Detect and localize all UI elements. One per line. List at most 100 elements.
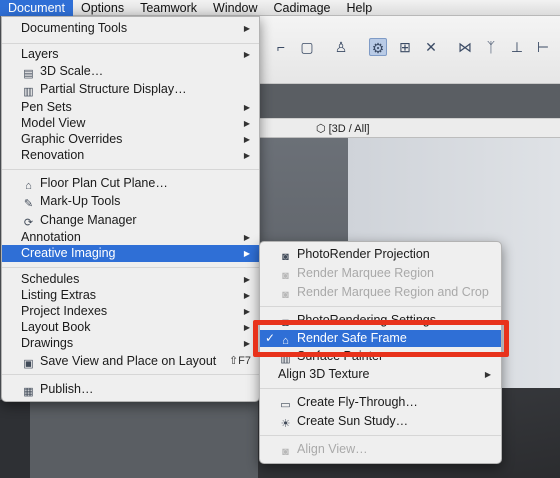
menu-item-label: Model View xyxy=(21,116,86,130)
submenu-arrow-icon: ▶ xyxy=(243,275,250,284)
menu-item-label: Publish… xyxy=(40,382,94,396)
submenu-arrow-icon: ▶ xyxy=(243,151,250,160)
menu-item-create-fly-through[interactable]: ▭ Create Fly-Through… xyxy=(260,394,501,411)
menu-options[interactable]: Options xyxy=(73,0,132,16)
menu-item-label: Renovation xyxy=(21,148,85,162)
menu-item-schedules[interactable]: Schedules ▶ xyxy=(2,271,259,288)
menu-separator xyxy=(260,306,501,307)
menu-item-publish[interactable]: ▦ Publish… xyxy=(2,381,259,398)
menu-item-partial-structure-display[interactable]: ▥ Partial Structure Display… xyxy=(2,81,259,98)
shortcut-label: ⇧F7 xyxy=(228,355,251,367)
menu-item-label: Drawings xyxy=(21,336,74,350)
menu-item-documenting-tools[interactable]: Documenting Tools ▶ xyxy=(2,20,259,37)
menu-item-label: Render Marquee Region xyxy=(297,266,434,280)
node-icon[interactable]: ⋈ xyxy=(456,38,474,56)
submenu-arrow-icon: ▶ xyxy=(243,249,250,258)
markup-icon: ✎ xyxy=(23,198,34,210)
menu-item-render-marquee-region-and-crop: ◙ Render Marquee Region and Crop xyxy=(260,284,501,301)
submenu-arrow-icon: ▶ xyxy=(243,119,250,128)
object-icon[interactable]: ♙ xyxy=(332,38,350,56)
menu-cadimage[interactable]: Cadimage xyxy=(266,0,339,16)
cut-plane-icon: ⌂ xyxy=(25,180,32,192)
scale-icon: ▤ xyxy=(23,68,34,80)
menu-separator xyxy=(2,169,259,170)
menu-item-create-sun-study[interactable]: ☀ Create Sun Study… xyxy=(260,413,501,430)
submenu-arrow-icon: ▶ xyxy=(243,135,250,144)
menu-bar: Document Options Teamwork Window Cadimag… xyxy=(0,0,560,16)
menu-item-label: Creative Imaging xyxy=(21,246,116,260)
magic-wand-icon[interactable]: ᛉ xyxy=(482,38,500,56)
marquee-crop-icon: ◙ xyxy=(282,289,289,301)
menu-item-label: Pen Sets xyxy=(21,100,72,114)
3d-navigation-icon[interactable]: ⚙ xyxy=(369,38,387,56)
menu-item-floor-plan-cut-plane[interactable]: ⌂ Floor Plan Cut Plane… xyxy=(2,175,259,192)
menu-item-label: Listing Extras xyxy=(21,288,97,302)
menu-item-label: Layout Book xyxy=(21,320,91,334)
marquee-icon: ◙ xyxy=(282,270,289,282)
menu-item-label: Render Marquee Region and Crop xyxy=(297,285,489,299)
menu-item-photorender-projection[interactable]: ◙ PhotoRender Projection xyxy=(260,246,501,263)
document-menu: Documenting Tools ▶ Layers ▶ ▤ 3D Scale… ▥ P… xyxy=(1,16,260,402)
cross-icon[interactable]: ✕ xyxy=(422,38,440,56)
menu-teamwork[interactable]: Teamwork xyxy=(132,0,205,16)
align-icon[interactable]: ⊥ xyxy=(508,38,526,56)
tab-3d-view[interactable]: ⬡ [3D / All] xyxy=(310,121,376,137)
cube-icon: ⬡ xyxy=(316,123,326,135)
view-tab-strip: ⬡ [3D / All] xyxy=(258,118,560,138)
menu-item-label: Mark-Up Tools xyxy=(40,194,121,208)
menu-item-align-3d-texture[interactable]: Align 3D Texture ▶ xyxy=(260,366,501,383)
view-mode-icon[interactable]: ▢ xyxy=(298,38,316,56)
submenu-arrow-icon: ▶ xyxy=(243,307,250,316)
submenu-arrow-icon: ▶ xyxy=(243,291,250,300)
dimension-icon[interactable]: ⊞ xyxy=(396,38,414,56)
menu-separator xyxy=(260,435,501,436)
menu-item-change-manager[interactable]: ⟳ Change Manager xyxy=(2,212,259,229)
menu-item-mark-up-tools[interactable]: ✎ Mark-Up Tools xyxy=(2,193,259,210)
select-tool-icon[interactable]: ⌐ xyxy=(272,38,290,56)
menu-window[interactable]: Window xyxy=(205,0,265,16)
menu-item-drawings[interactable]: Drawings ▶ xyxy=(2,335,259,352)
menu-item-model-view[interactable]: Model View ▶ xyxy=(2,115,259,132)
menu-separator xyxy=(2,267,259,268)
menu-item-render-marquee-region: ◙ Render Marquee Region xyxy=(260,265,501,282)
menu-item-label: Layers xyxy=(21,47,59,61)
menu-item-layers[interactable]: Layers ▶ xyxy=(2,46,259,63)
menu-item-project-indexes[interactable]: Project Indexes ▶ xyxy=(2,303,259,320)
menu-item-renovation[interactable]: Renovation ▶ xyxy=(2,147,259,164)
menu-item-label: Documenting Tools xyxy=(21,21,128,35)
menu-item-label: Graphic Overrides xyxy=(21,132,123,146)
menu-item-label: Partial Structure Display… xyxy=(40,82,187,96)
menu-item-label: Floor Plan Cut Plane… xyxy=(40,176,168,190)
menu-item-save-view-and-place-on-layout[interactable]: ▣ Save View and Place on Layout ⇧F7 xyxy=(2,353,259,370)
menu-item-label: Save View and Place on Layout xyxy=(40,354,217,368)
tab-label: [3D / All] xyxy=(328,123,370,135)
menu-document[interactable]: Document xyxy=(0,0,73,16)
menu-help[interactable]: Help xyxy=(339,0,381,16)
menu-item-label: Create Fly-Through… xyxy=(297,395,418,409)
submenu-arrow-icon: ▶ xyxy=(243,103,250,112)
menu-item-align-view: ◙ Align View… xyxy=(260,441,501,458)
menu-separator xyxy=(2,43,259,44)
measure-icon[interactable]: ⊢ xyxy=(534,38,552,56)
menu-separator xyxy=(260,388,501,389)
menu-item-annotation[interactable]: Annotation ▶ xyxy=(2,229,259,246)
menu-item-graphic-overrides[interactable]: Graphic Overrides ▶ xyxy=(2,131,259,148)
menu-item-label: Align View… xyxy=(297,442,368,456)
submenu-arrow-icon: ▶ xyxy=(243,323,250,332)
menu-item-label: Align 3D Texture xyxy=(278,367,370,381)
menu-item-label: 3D Scale… xyxy=(40,64,104,78)
menu-item-pen-sets[interactable]: Pen Sets ▶ xyxy=(2,99,259,116)
menu-item-label: Schedules xyxy=(21,272,80,286)
publish-icon: ▦ xyxy=(23,386,34,398)
menu-item-3d-scale[interactable]: ▤ 3D Scale… xyxy=(2,63,259,80)
toolbar: ⌐ ▢ ♙ ⚙ ⊞ ✕ ⋈ ᛉ ⊥ ⊢ xyxy=(258,16,560,84)
menu-item-label: Annotation xyxy=(21,230,81,244)
menu-item-creative-imaging[interactable]: Creative Imaging ▶ xyxy=(2,245,259,262)
structure-display-icon: ▥ xyxy=(23,86,34,98)
submenu-arrow-icon: ▶ xyxy=(243,339,250,348)
submenu-arrow-icon: ▶ xyxy=(243,24,250,33)
submenu-arrow-icon: ▶ xyxy=(484,370,491,379)
menu-item-listing-extras[interactable]: Listing Extras ▶ xyxy=(2,287,259,304)
change-manager-icon: ⟳ xyxy=(23,217,34,229)
menu-item-layout-book[interactable]: Layout Book ▶ xyxy=(2,319,259,336)
